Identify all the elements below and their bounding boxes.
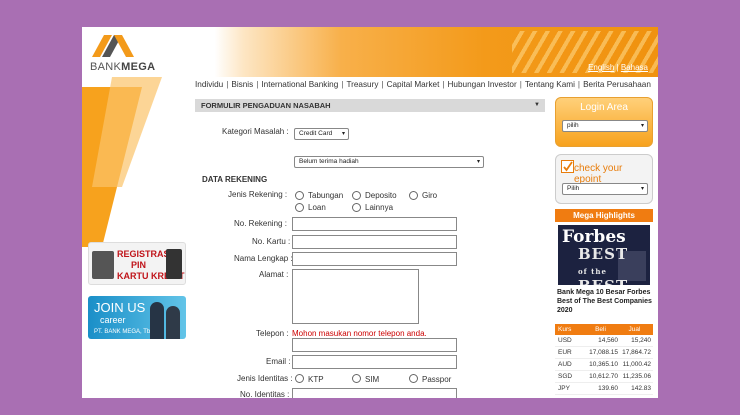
form-header[interactable]: FORMULIR PENGADUAN NASABAH ▼ — [195, 99, 545, 112]
no-kartu-input[interactable] — [292, 235, 457, 249]
brand-name: BANKMEGA — [90, 61, 156, 73]
jenis-rekening-label: Jenis Rekening : — [228, 190, 288, 199]
radio-deposito[interactable] — [352, 191, 361, 200]
radio-label-loan: Loan — [308, 203, 326, 212]
radio-label-ktp: KTP — [308, 375, 324, 384]
login-area: Login Area pilih ▾ — [555, 97, 653, 147]
lang-bahasa-link[interactable]: Bahasa — [621, 63, 648, 72]
kurs-row: SGD 10,612.70 11,235.06 — [555, 371, 653, 383]
mega-logo-icon — [92, 35, 134, 57]
bank-mega-logo[interactable] — [88, 33, 138, 61]
radio-tabungan[interactable] — [295, 191, 304, 200]
nav-tentang-kami[interactable]: Tentang Kami — [525, 80, 575, 89]
chevron-down-icon: ▾ — [476, 159, 480, 165]
language-switch: English | Bahasa — [588, 63, 648, 72]
collapse-arrow-icon: ▼ — [534, 102, 540, 108]
kurs-row: USD 14,560 15,240 — [555, 335, 653, 347]
forbes-caption[interactable]: Bank Mega 10 Besar Forbes Best of The Be… — [557, 288, 653, 315]
chevron-down-icon: ▾ — [640, 123, 644, 129]
epoint-box: check your epoint Pilih ▾ — [555, 154, 653, 204]
chevron-down-icon: ▾ — [640, 186, 644, 192]
nav-berita-perusahaan[interactable]: Berita Perusahaan — [583, 80, 651, 89]
phone-icon — [92, 251, 114, 279]
alamat-textarea[interactable] — [292, 269, 419, 324]
forbes-highlight-image[interactable]: Forbes BESTof theBEST — [558, 225, 650, 285]
nav-treasury[interactable]: Treasury — [346, 80, 378, 89]
no-rekening-label: No. Rekening : — [234, 219, 287, 228]
lang-english-link[interactable]: English — [588, 63, 614, 72]
nav-bisnis[interactable]: Bisnis — [231, 80, 253, 89]
section-data-rekening: DATA REKENING — [202, 175, 268, 184]
registrasi-pin-banner[interactable]: REGISTRASI PIN KARTU KREDIT — [88, 242, 186, 285]
no-identitas-input[interactable] — [292, 388, 457, 398]
nav-hubungan-investor[interactable]: Hubungan Investor — [448, 80, 517, 89]
radio-label-tabungan: Tabungan — [308, 191, 344, 200]
join-us-career-banner[interactable]: JOIN US career PT. BANK MEGA, Tbk — [88, 296, 186, 339]
no-rekening-input[interactable] — [292, 217, 457, 231]
nama-lengkap-label: Nama Lengkap : — [234, 254, 293, 263]
nav-individu[interactable]: Individu — [195, 80, 223, 89]
nav-capital-market[interactable]: Capital Market — [387, 80, 440, 89]
page: BANKMEGA English | Bahasa Individu | Bisni… — [82, 27, 658, 398]
telepon-input[interactable] — [292, 338, 457, 352]
kategori-label: Kategori Masalah : — [222, 127, 289, 136]
person-figure — [150, 302, 164, 339]
jenis-identitas-label: Jenis Identitas : — [237, 374, 293, 383]
radio-label-deposito: Deposito — [365, 191, 397, 200]
no-kartu-label: No. Kartu : — [252, 237, 291, 246]
radio-loan[interactable] — [295, 203, 304, 212]
radio-label-giro: Giro — [422, 191, 438, 200]
no-identitas-label: No. Identitas : — [240, 390, 290, 398]
radio-sim[interactable] — [352, 374, 361, 383]
radio-label-passpor: Passpor — [422, 375, 452, 384]
kategori-select[interactable]: Credit Card ▾ — [294, 128, 349, 140]
telepon-label: Telepon : — [256, 329, 289, 338]
nav-international-banking[interactable]: International Banking — [261, 80, 338, 89]
kurs-header-row: Kurs Beli Jual — [555, 324, 653, 335]
person-figure — [166, 306, 180, 339]
nama-lengkap-input[interactable] — [292, 252, 457, 266]
radio-giro[interactable] — [409, 191, 418, 200]
email-input[interactable] — [292, 355, 457, 369]
telepon-error: Mohon masukan nomor telepon anda. — [292, 329, 427, 338]
radio-passpor[interactable] — [409, 374, 418, 383]
checkmark-icon — [561, 160, 574, 173]
login-select[interactable]: pilih ▾ — [562, 120, 648, 132]
radio-label-lainnya: Lainnya — [365, 203, 394, 212]
kurs-row: JPY 139.60 142.83 — [555, 383, 653, 395]
radio-ktp[interactable] — [295, 374, 304, 383]
epoint-select[interactable]: Pilih ▾ — [562, 183, 648, 195]
main-nav: Individu | Bisnis | International Banking | Tr… — [195, 80, 651, 89]
mega-highlights-title: Mega Highlights — [555, 209, 653, 222]
kurs-row: EUR 17,088.15 17,864.72 — [555, 347, 653, 359]
chevron-down-icon: ▾ — [341, 131, 345, 137]
email-label: Email : — [266, 357, 291, 366]
radio-label-sim: SIM — [365, 375, 380, 384]
card-reader-icon — [166, 249, 182, 279]
alamat-label: Alamat : — [259, 270, 289, 279]
left-decoration — [82, 77, 162, 247]
radio-lainnya[interactable] — [352, 203, 361, 212]
kurs-row: AUD 10,365.10 11,000.42 — [555, 359, 653, 371]
kurs-table: Kurs Beli Jual USD 14,560 15,240 EUR 17,088.1… — [555, 324, 653, 395]
sub-kategori-select[interactable]: Belum terima hadiah ▾ — [294, 156, 484, 168]
